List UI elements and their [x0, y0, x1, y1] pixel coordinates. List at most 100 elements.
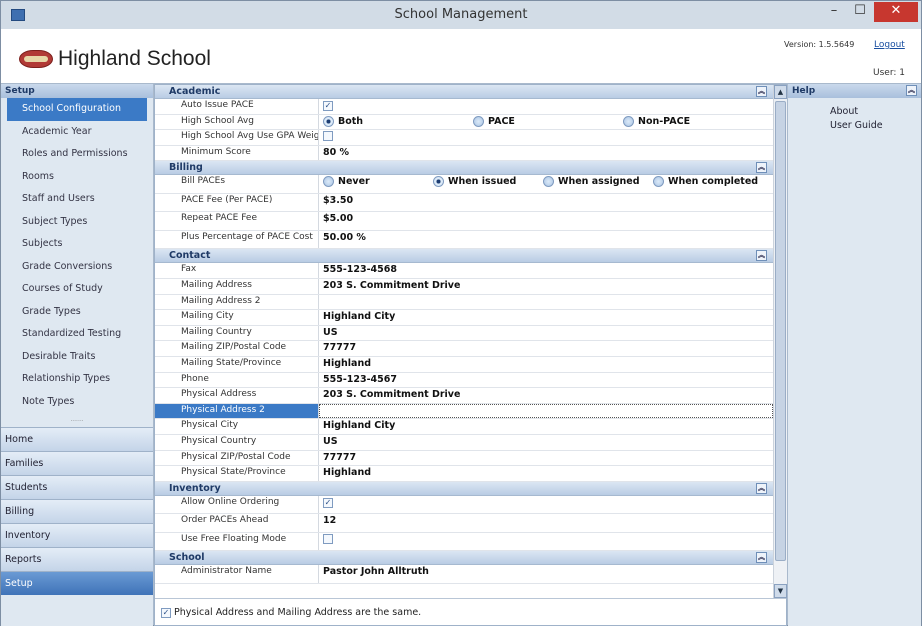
category-billing[interactable]: Billing ︽ [155, 161, 773, 176]
radio-when-issued[interactable]: When issued [433, 176, 533, 188]
property-row[interactable]: Mailing Address 203 S. Commitment Drive [155, 278, 773, 295]
property-row[interactable]: Repeat PACE Fee $5.00 [155, 212, 773, 231]
sidebar-item-note-types[interactable]: Note Types [1, 391, 153, 414]
splitter-grip[interactable]: ······· [1, 418, 153, 427]
section-setup[interactable]: Setup [1, 571, 153, 595]
property-row[interactable]: Plus Percentage of PACE Cost 50.00 % [155, 230, 773, 250]
plus-percentage-value[interactable]: 50.00 % [319, 231, 773, 249]
property-value[interactable]: 203 S. Commitment Drive [319, 388, 773, 403]
property-row[interactable]: Mailing City Highland City [155, 310, 773, 326]
property-row[interactable]: Minimum Score 80 % [155, 145, 773, 162]
property-value[interactable]: Highland City [319, 310, 773, 325]
property-row[interactable]: PACE Fee (Per PACE) $3.50 [155, 193, 773, 213]
admin-name-value[interactable]: Pastor John Alltruth [319, 565, 773, 583]
section-students[interactable]: Students [1, 475, 153, 499]
scroll-up-icon[interactable]: ▲ [774, 85, 787, 99]
category-inventory[interactable]: Inventory ︽ [155, 481, 773, 496]
scroll-down-icon[interactable]: ▼ [774, 584, 787, 598]
category-school[interactable]: School ︽ [155, 551, 773, 566]
sidebar-item-relationship-types[interactable]: Relationship Types [1, 368, 153, 391]
sidebar-item-standardized-testing[interactable]: Standardized Testing [1, 323, 153, 346]
radio-never[interactable]: Never [323, 176, 423, 188]
sidebar-item-academic-year[interactable]: Academic Year [1, 121, 153, 144]
help-link-about[interactable]: About [788, 106, 921, 120]
category-contact[interactable]: Contact ︽ [155, 249, 773, 264]
property-value[interactable]: US [319, 435, 773, 450]
property-row[interactable]: Bill PACEs Never When issued When assigned W… [155, 175, 773, 194]
property-row[interactable]: Allow Online Ordering ✓ [155, 495, 773, 515]
property-row[interactable]: Physical Address 203 S. Commitment Drive [155, 388, 773, 404]
property-value[interactable]: US [319, 326, 773, 341]
property-value[interactable]: 555-123-4567 [319, 373, 773, 388]
close-button[interactable]: ✕ [874, 2, 918, 22]
double-chevron-up-icon[interactable]: ︽ [756, 482, 767, 494]
property-value[interactable]: 77777 [319, 451, 773, 466]
property-value[interactable] [319, 295, 773, 310]
pace-fee-value[interactable]: $3.50 [319, 194, 773, 212]
property-value[interactable]: 77777 [319, 341, 773, 356]
property-row[interactable]: Fax 555-123-4568 [155, 263, 773, 279]
property-row[interactable]: Physical City Highland City [155, 419, 773, 435]
sidebar-item-courses-of-study[interactable]: Courses of Study [1, 278, 153, 301]
property-row[interactable]: Administrator Name Pastor John Alltruth [155, 565, 773, 584]
auto-issue-checkbox[interactable]: ✓ [323, 101, 333, 111]
property-row[interactable]: Mailing ZIP/Postal Code 77777 [155, 341, 773, 357]
property-row[interactable]: Physical ZIP/Postal Code 77777 [155, 450, 773, 467]
sidebar-item-school-configuration[interactable]: School Configuration [7, 98, 147, 121]
property-value[interactable]: 555-123-4568 [319, 263, 773, 278]
same-address-checkbox[interactable]: ✓ [161, 608, 171, 618]
section-families[interactable]: Families [1, 451, 153, 475]
property-value[interactable] [319, 403, 773, 419]
property-row[interactable]: Mailing Country US [155, 325, 773, 342]
online-ordering-checkbox[interactable]: ✓ [323, 497, 333, 508]
property-row[interactable]: Phone 555-123-4567 [155, 372, 773, 389]
sidebar-item-desirable-traits[interactable]: Desirable Traits [1, 346, 153, 369]
sidebar-item-subject-types[interactable]: Subject Types [1, 211, 153, 234]
category-academic[interactable]: Academic ︽ [155, 85, 773, 99]
radio-both[interactable]: Both [323, 115, 463, 127]
order-ahead-value[interactable]: 12 [319, 514, 773, 532]
maximize-button[interactable]: ☐ [847, 2, 873, 22]
radio-non-pace[interactable]: Non-PACE [623, 115, 743, 127]
property-row[interactable]: Auto Issue PACE ✓ [155, 99, 773, 115]
double-chevron-up-icon[interactable]: ︽ [906, 85, 917, 96]
double-chevron-up-icon[interactable]: ︽ [756, 250, 767, 262]
property-value[interactable]: Highland City [319, 419, 773, 434]
double-chevron-up-icon[interactable]: ︽ [756, 552, 767, 564]
double-chevron-up-icon[interactable]: ︽ [756, 162, 767, 174]
property-row[interactable]: Mailing Address 2 [155, 294, 773, 311]
section-reports[interactable]: Reports [1, 547, 153, 571]
radio-when-completed[interactable]: When completed [653, 176, 763, 188]
sidebar-item-grade-conversions[interactable]: Grade Conversions [1, 256, 153, 279]
property-row[interactable]: Mailing State/Province Highland [155, 356, 773, 373]
sidebar-item-roles-and-permissions[interactable]: Roles and Permissions [1, 143, 153, 166]
property-row[interactable]: Use Free Floating Mode [155, 532, 773, 552]
sidebar-item-staff-and-users[interactable]: Staff and Users [1, 188, 153, 211]
logout-link[interactable]: Logout [874, 40, 905, 50]
repeat-fee-value[interactable]: $5.00 [319, 212, 773, 230]
min-score-value[interactable]: 80 % [319, 146, 773, 161]
property-value[interactable]: Highland [319, 357, 773, 372]
sidebar-item-rooms[interactable]: Rooms [1, 166, 153, 189]
property-row[interactable]: High School Avg Both PACE Non-PACE [155, 114, 773, 131]
property-row[interactable]: High School Avg Use GPA Weigh [155, 130, 773, 146]
section-home[interactable]: Home [1, 427, 153, 451]
floating-mode-checkbox[interactable] [323, 533, 333, 544]
sidebar-item-grade-types[interactable]: Grade Types [1, 301, 153, 324]
radio-pace[interactable]: PACE [473, 115, 613, 127]
vertical-scrollbar[interactable]: ▲ ▼ [773, 85, 787, 598]
radio-when-assigned[interactable]: When assigned [543, 176, 643, 188]
property-row[interactable]: Physical Country US [155, 434, 773, 451]
property-value[interactable]: Highland [319, 466, 773, 481]
double-chevron-up-icon[interactable]: ︽ [756, 86, 767, 97]
property-row[interactable]: Order PACEs Ahead 12 [155, 514, 773, 533]
minimize-button[interactable]: – [821, 2, 847, 22]
sidebar-item-subjects[interactable]: Subjects [1, 233, 153, 256]
property-row[interactable]: Physical State/Province Highland [155, 466, 773, 482]
property-value[interactable]: 203 S. Commitment Drive [319, 279, 773, 294]
scroll-thumb[interactable] [775, 101, 786, 561]
hs-gpa-checkbox[interactable] [323, 131, 333, 142]
property-row[interactable]: Physical Address 2 [155, 403, 773, 420]
section-billing[interactable]: Billing [1, 499, 153, 523]
help-link-user-guide[interactable]: User Guide [788, 120, 921, 134]
